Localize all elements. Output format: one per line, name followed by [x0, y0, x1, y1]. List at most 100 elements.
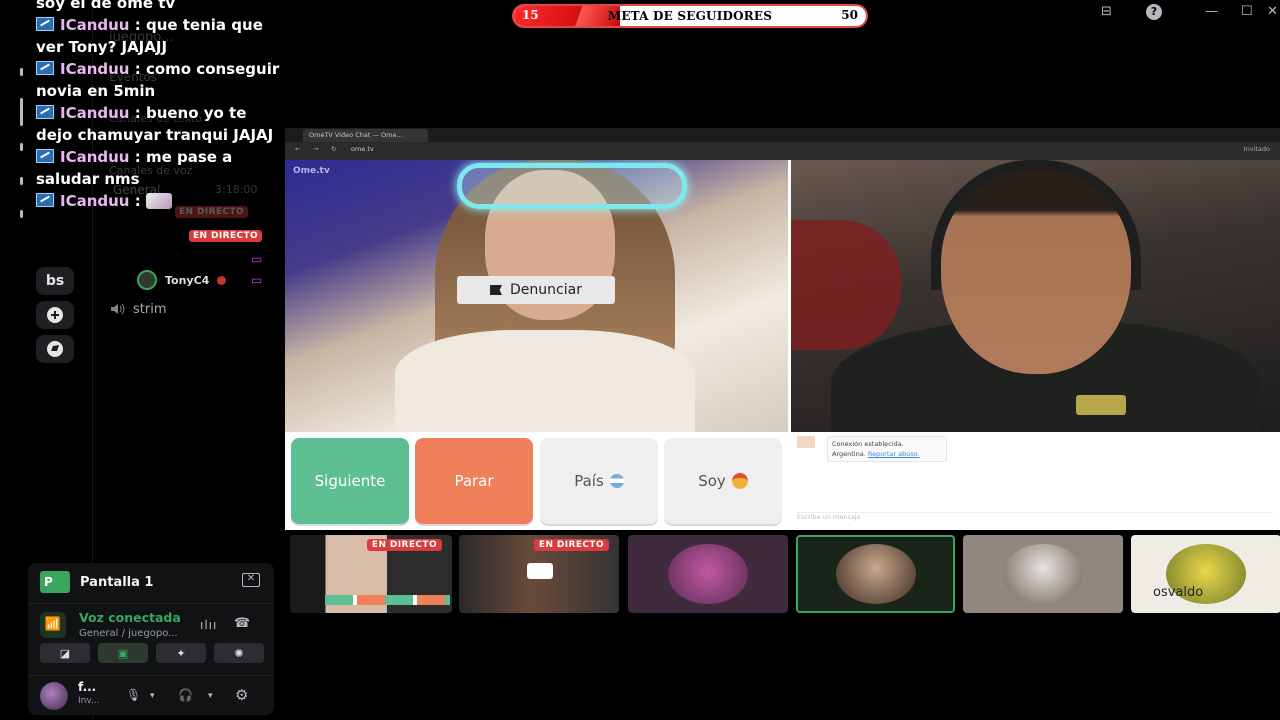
chat-username: ICanduu: [60, 148, 130, 166]
share-screen-button[interactable]: ▣: [98, 643, 148, 663]
ometv-controls: Siguiente Parar País Soy: [285, 432, 788, 530]
browser-tab-bar: OmeTV Video Chat — Ome...: [285, 128, 1280, 142]
participant-tile[interactable]: [628, 535, 788, 613]
screen: bs juegopo... Eventos Canales de texto C…: [0, 0, 1280, 720]
help-icon[interactable]: ?: [1146, 4, 1162, 20]
chat-separator: :: [129, 60, 146, 78]
twitch-icon: [36, 105, 54, 119]
screen-share-icon: ▭: [251, 252, 263, 266]
video-figure: [457, 163, 687, 209]
chat-username: ICanduu: [60, 60, 130, 78]
gender-button[interactable]: Soy: [664, 438, 782, 524]
stream-preview-header: P Pantalla 1: [40, 571, 153, 593]
stream-view[interactable]: OmeTV Video Chat — Ome... ← → ↻ ome.tv I…: [285, 128, 1280, 530]
rail-indicator: [20, 143, 23, 151]
browser-address-bar: ← → ↻ ome.tv Invitado: [285, 142, 1280, 160]
close-icon[interactable]: ✕: [1267, 4, 1278, 19]
microphone-icon[interactable]: 🎙: [126, 688, 141, 702]
voice-status-row: 📶 Voz conectada General / juegopo... ılı…: [28, 603, 274, 645]
chat-message: ICanduu :: [36, 190, 286, 212]
twitch-icon: [36, 193, 54, 207]
stop-stream-icon[interactable]: ✕: [242, 573, 260, 587]
screen-share-icon: ▭: [251, 273, 263, 287]
follower-goal-bar: 15 META DE SEGUIDORES 50: [512, 4, 868, 28]
url-field[interactable]: ome.tv: [347, 145, 1047, 157]
voice-member-tony[interactable]: TonyC4: [137, 270, 227, 290]
live-badge: EN DIRECTO: [366, 539, 442, 551]
user-info-bar: f... Inv... 🎙 ▾ 🎧 ▾ ⚙: [28, 675, 274, 715]
profile-button[interactable]: Invitado: [1240, 145, 1274, 157]
twitch-icon: [36, 17, 54, 31]
participant-tile[interactable]: EN DIRECTO: [459, 535, 619, 613]
explore-servers-button[interactable]: [36, 335, 74, 363]
avatar: [668, 544, 748, 604]
stop-label: Parar: [454, 472, 494, 490]
goal-target: 50: [841, 8, 858, 22]
add-server-button[interactable]: [36, 301, 74, 329]
video-figure: [931, 160, 1141, 290]
video-figure: [791, 220, 901, 350]
server-bs-button[interactable]: bs: [36, 267, 74, 295]
goal-title: META DE SEGUIDORES: [607, 9, 773, 23]
soundboard-icon: ✺: [234, 646, 244, 660]
minimize-icon[interactable]: —: [1205, 4, 1218, 19]
country-label: País: [574, 472, 604, 490]
chat-username: ICanduu: [60, 104, 130, 122]
voice-location[interactable]: General / juegopo...: [79, 628, 178, 639]
chat-message: ICanduu : bueno yo te dejo chamuyar tran…: [36, 102, 286, 146]
reload-icon[interactable]: ↻: [327, 145, 340, 157]
chevron-down-icon[interactable]: ▾: [150, 691, 155, 701]
chat-message: ICanduu : que tenia que ver Tony? JAJAJJ: [36, 14, 286, 58]
chevron-down-icon[interactable]: ▾: [208, 691, 213, 701]
voice-channel-strim[interactable]: strim: [109, 299, 167, 319]
live-badge: EN DIRECTO: [533, 539, 609, 551]
avatar[interactable]: [40, 682, 68, 710]
country-line: Argentina. Reportar abuso.: [832, 450, 942, 458]
maximize-icon[interactable]: ☐: [1241, 4, 1253, 19]
avatar: [1003, 544, 1083, 604]
plus-icon: [47, 307, 63, 323]
headphones-icon[interactable]: 🎧: [178, 688, 193, 702]
message-input[interactable]: Escribe un mensaje: [797, 512, 1273, 522]
screen-share-icon: [527, 563, 553, 579]
system-message: Conexión establecida. Argentina. Reporta…: [827, 436, 947, 462]
soundboard-button[interactable]: ✺: [214, 643, 264, 663]
rail-indicator: [20, 177, 23, 185]
chat-message: ICanduu : me pase a saludar nms: [36, 146, 286, 190]
participant-tile[interactable]: EN DIRECTO: [290, 535, 452, 613]
video-figure: [1076, 395, 1126, 415]
chat-separator: :: [129, 192, 141, 210]
stop-button[interactable]: Parar: [415, 438, 533, 524]
rail-indicator: [20, 210, 23, 218]
gear-icon[interactable]: ⚙: [235, 686, 248, 704]
report-button[interactable]: Denunciar: [457, 276, 615, 304]
chat-text: soy el de ome tv: [36, 0, 176, 12]
back-icon[interactable]: ←: [291, 145, 304, 157]
disconnect-icon[interactable]: ☎: [234, 616, 250, 631]
report-abuse-link[interactable]: Reportar abuso.: [868, 450, 920, 458]
self-video: [791, 160, 1280, 432]
compass-icon: [47, 341, 63, 357]
country-button[interactable]: País: [540, 438, 658, 524]
forward-icon[interactable]: →: [309, 145, 322, 157]
ometv-chat: Conexión establecida. Argentina. Reporta…: [791, 432, 1280, 530]
browser-tab[interactable]: OmeTV Video Chat — Ome...: [303, 129, 428, 142]
argentina-flag-icon: [609, 474, 624, 488]
participant-tile[interactable]: [963, 535, 1123, 613]
participant-tile[interactable]: osvaldo: [1131, 535, 1280, 613]
user-name: f...: [78, 680, 97, 694]
avatar: [835, 544, 916, 604]
next-button[interactable]: Siguiente: [291, 438, 409, 524]
soundboard-icon[interactable]: ılıı: [200, 618, 217, 632]
camera-off-button[interactable]: ◪: [40, 643, 90, 663]
participant-tile-speaking[interactable]: [796, 535, 955, 613]
signal-icon[interactable]: 📶: [40, 612, 66, 638]
activities-button[interactable]: ✦: [156, 643, 206, 663]
channel-label: strim: [133, 301, 167, 317]
chat-message: soy el de ome tv: [36, 0, 286, 14]
rail-indicator: [20, 68, 23, 76]
voice-action-buttons: ◪ ▣ ✦ ✺: [40, 643, 264, 663]
inbox-icon[interactable]: ⊟: [1101, 4, 1112, 19]
server-bs-label: bs: [45, 273, 65, 289]
live-badge: EN DIRECTO: [189, 230, 263, 242]
